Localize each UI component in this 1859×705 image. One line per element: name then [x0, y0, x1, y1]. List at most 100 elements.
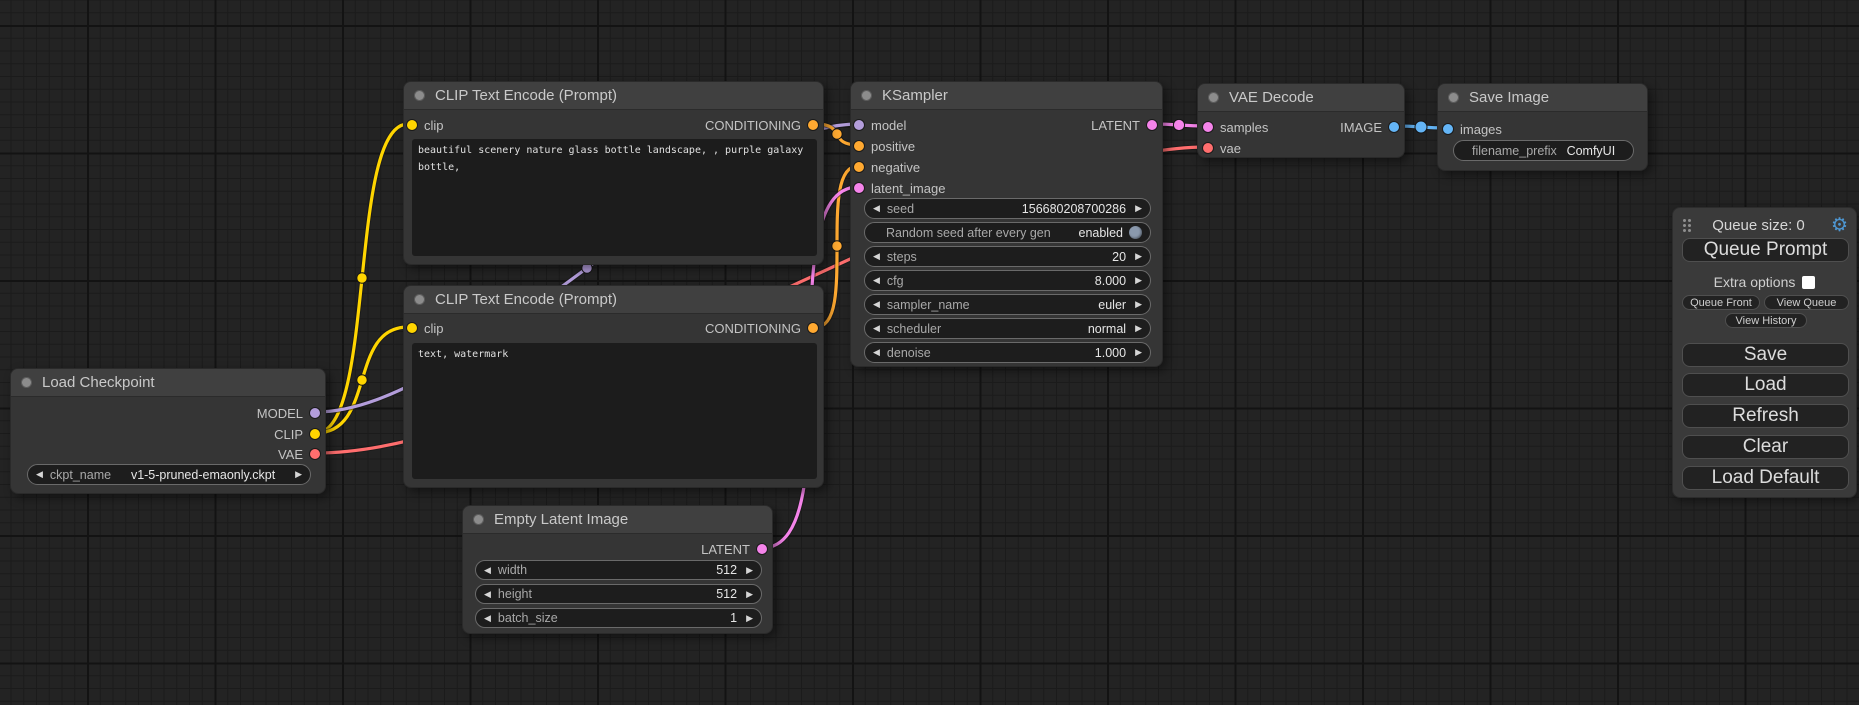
increment-arrow-icon[interactable]: ▶	[746, 566, 753, 575]
input-slot-samples[interactable]: samples	[1203, 119, 1268, 135]
node-title-bar[interactable]: Load Checkpoint	[11, 369, 325, 397]
input-slot-positive[interactable]: positive	[854, 138, 915, 154]
output-slot-model[interactable]: MODEL	[257, 405, 320, 421]
node-clip-text-encode-negative[interactable]: CLIP Text Encode (Prompt) clip CONDITION…	[403, 285, 824, 488]
widget-random-seed-toggle[interactable]: Random seed after every gen enabled	[864, 222, 1151, 243]
increment-arrow-icon[interactable]: ▶	[1135, 300, 1142, 309]
collapse-dot-icon[interactable]	[861, 90, 872, 101]
image-output-dot[interactable]	[1389, 122, 1399, 132]
decrement-arrow-icon[interactable]: ◀	[873, 204, 880, 213]
output-slot-conditioning[interactable]: CONDITIONING	[705, 320, 818, 336]
node-title-bar[interactable]: CLIP Text Encode (Prompt)	[404, 286, 823, 314]
output-slot-image[interactable]: IMAGE	[1340, 119, 1399, 135]
model-input-dot[interactable]	[854, 120, 864, 130]
input-slot-vae[interactable]: vae	[1203, 140, 1241, 156]
collapse-dot-icon[interactable]	[414, 90, 425, 101]
node-save-image[interactable]: Save Image images filename_prefix ComfyU…	[1437, 83, 1648, 171]
refresh-button[interactable]: Refresh	[1682, 404, 1849, 428]
comfyui-canvas[interactable]: { "colors": { "model": "#B39DDB", "clip"…	[0, 0, 1859, 705]
increment-arrow-icon[interactable]: ▶	[1135, 252, 1142, 261]
output-slot-latent[interactable]: LATENT	[1091, 117, 1157, 133]
toggle-knob[interactable]	[1129, 226, 1142, 239]
queue-front-button[interactable]: Queue Front	[1682, 295, 1760, 310]
output-slot-conditioning[interactable]: CONDITIONING	[705, 117, 818, 133]
clip-input-dot[interactable]	[407, 120, 417, 130]
clear-button[interactable]: Clear	[1682, 435, 1849, 459]
increment-arrow-icon[interactable]: ▶	[1135, 204, 1142, 213]
node-title-bar[interactable]: VAE Decode	[1198, 84, 1404, 112]
widget-steps[interactable]: ◀ steps 20 ▶	[864, 246, 1151, 267]
queue-panel[interactable]: Queue size: 0 ⚙ Queue Prompt Extra optio…	[1672, 207, 1857, 498]
node-title-bar[interactable]: CLIP Text Encode (Prompt)	[404, 82, 823, 110]
clip-input-dot[interactable]	[407, 323, 417, 333]
positive-input-dot[interactable]	[854, 141, 864, 151]
save-button[interactable]: Save	[1682, 343, 1849, 367]
images-input-dot[interactable]	[1443, 124, 1453, 134]
input-slot-negative[interactable]: negative	[854, 159, 920, 175]
node-title-bar[interactable]: KSampler	[851, 82, 1162, 110]
increment-arrow-icon[interactable]: ▶	[295, 470, 302, 479]
load-button[interactable]: Load	[1682, 373, 1849, 397]
latent-output-dot[interactable]	[757, 544, 767, 554]
widget-ckpt-name[interactable]: ◀ ckpt_name v1-5-pruned-emaonly.ckpt ▶	[27, 464, 311, 485]
decrement-arrow-icon[interactable]: ◀	[484, 590, 491, 599]
node-title-bar[interactable]: Save Image	[1438, 84, 1647, 112]
output-slot-latent[interactable]: LATENT	[701, 541, 767, 557]
conditioning-output-dot[interactable]	[808, 120, 818, 130]
widget-denoise[interactable]: ◀ denoise 1.000 ▶	[864, 342, 1151, 363]
clip-output-dot[interactable]	[310, 429, 320, 439]
extra-options-checkbox[interactable]	[1802, 276, 1815, 289]
widget-cfg[interactable]: ◀ cfg 8.000 ▶	[864, 270, 1151, 291]
view-queue-button[interactable]: View Queue	[1764, 295, 1849, 310]
node-empty-latent-image[interactable]: Empty Latent Image LATENT ◀ width 512 ▶ …	[462, 505, 773, 634]
queue-prompt-button[interactable]: Queue Prompt	[1682, 238, 1849, 262]
latent-output-dot[interactable]	[1147, 120, 1157, 130]
samples-input-dot[interactable]	[1203, 122, 1213, 132]
node-clip-text-encode-positive[interactable]: CLIP Text Encode (Prompt) clip CONDITION…	[403, 81, 824, 265]
widget-scheduler[interactable]: ◀ scheduler normal ▶	[864, 318, 1151, 339]
input-slot-clip[interactable]: clip	[407, 320, 444, 336]
collapse-dot-icon[interactable]	[21, 377, 32, 388]
output-slot-vae[interactable]: VAE	[278, 446, 320, 462]
decrement-arrow-icon[interactable]: ◀	[873, 252, 880, 261]
view-history-button[interactable]: View History	[1725, 313, 1807, 328]
input-slot-model[interactable]: model	[854, 117, 906, 133]
node-load-checkpoint[interactable]: Load Checkpoint MODEL CLIP VAE ◀ ckpt_na…	[10, 368, 326, 494]
decrement-arrow-icon[interactable]: ◀	[873, 324, 880, 333]
decrement-arrow-icon[interactable]: ◀	[873, 348, 880, 357]
increment-arrow-icon[interactable]: ▶	[746, 590, 753, 599]
model-output-dot[interactable]	[310, 408, 320, 418]
input-slot-clip[interactable]: clip	[407, 117, 444, 133]
collapse-dot-icon[interactable]	[414, 294, 425, 305]
latent-input-dot[interactable]	[854, 183, 864, 193]
input-slot-images[interactable]: images	[1443, 121, 1502, 137]
vae-input-dot[interactable]	[1203, 143, 1213, 153]
widget-batch-size[interactable]: ◀ batch_size 1 ▶	[475, 608, 762, 628]
collapse-dot-icon[interactable]	[1448, 92, 1459, 103]
load-default-button[interactable]: Load Default	[1682, 466, 1849, 490]
increment-arrow-icon[interactable]: ▶	[746, 614, 753, 623]
widget-sampler-name[interactable]: ◀ sampler_name euler ▶	[864, 294, 1151, 315]
decrement-arrow-icon[interactable]: ◀	[36, 470, 43, 479]
positive-prompt-textarea[interactable]: beautiful scenery nature glass bottle la…	[412, 139, 817, 256]
vae-output-dot[interactable]	[310, 449, 320, 459]
widget-seed[interactable]: ◀ seed 156680208700286 ▶	[864, 198, 1151, 219]
collapse-dot-icon[interactable]	[473, 514, 484, 525]
output-slot-clip[interactable]: CLIP	[274, 426, 320, 442]
input-slot-latent-image[interactable]: latent_image	[854, 180, 945, 196]
settings-gear-icon[interactable]: ⚙	[1831, 216, 1848, 235]
widget-width[interactable]: ◀ width 512 ▶	[475, 560, 762, 580]
increment-arrow-icon[interactable]: ▶	[1135, 276, 1142, 285]
node-vae-decode[interactable]: VAE Decode samples vae IMAGE	[1197, 83, 1405, 158]
increment-arrow-icon[interactable]: ▶	[1135, 324, 1142, 333]
negative-input-dot[interactable]	[854, 162, 864, 172]
decrement-arrow-icon[interactable]: ◀	[484, 566, 491, 575]
node-title-bar[interactable]: Empty Latent Image	[463, 506, 772, 534]
node-ksampler[interactable]: KSampler model positive negative latent_…	[850, 81, 1163, 367]
decrement-arrow-icon[interactable]: ◀	[873, 276, 880, 285]
negative-prompt-textarea[interactable]: text, watermark	[412, 343, 817, 479]
increment-arrow-icon[interactable]: ▶	[1135, 348, 1142, 357]
decrement-arrow-icon[interactable]: ◀	[873, 300, 880, 309]
conditioning-output-dot[interactable]	[808, 323, 818, 333]
widget-filename-prefix[interactable]: filename_prefix ComfyUI	[1453, 140, 1634, 161]
